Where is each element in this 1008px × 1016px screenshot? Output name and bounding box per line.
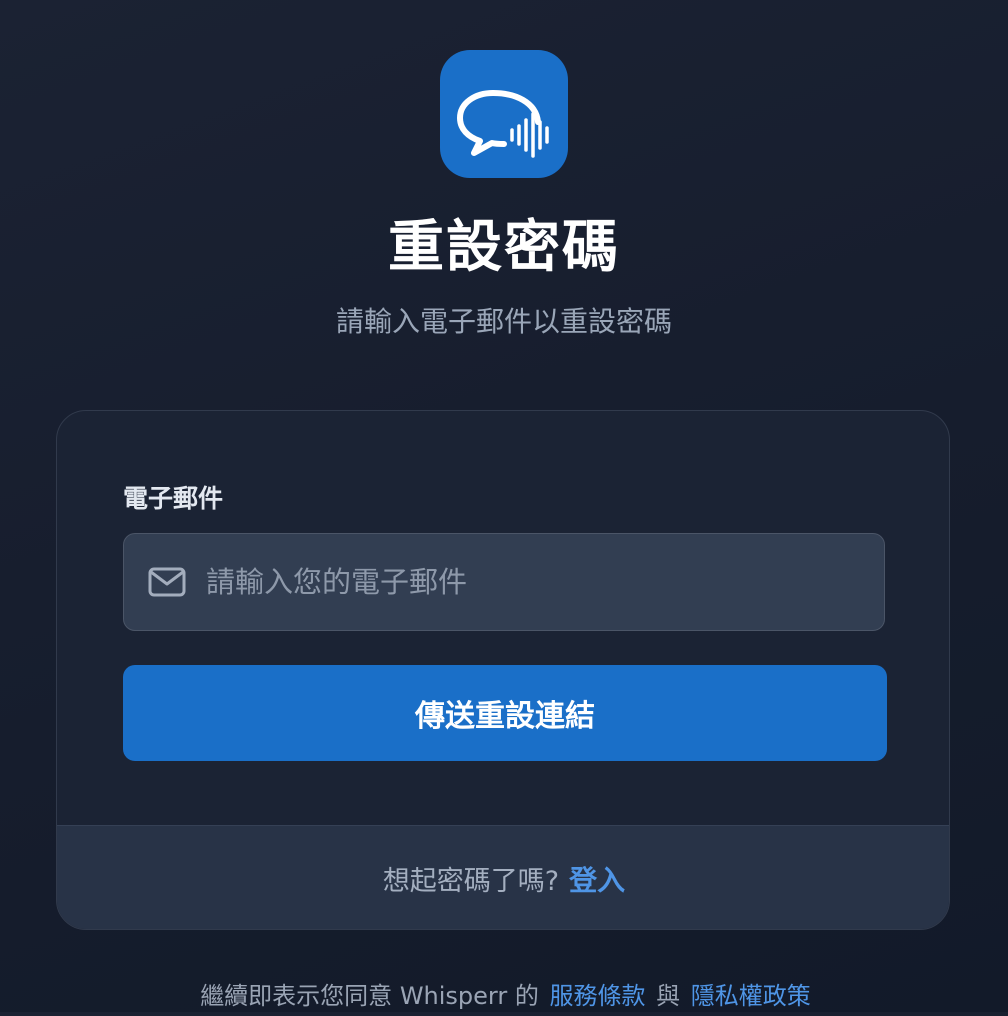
legal-notice: 繼續即表示您同意 Whisperr 的 服務條款 與 隱私權政策 [0, 976, 1008, 1016]
card-footer: 想起密碼了嗎? 登入 [57, 825, 949, 929]
remember-password-prompt: 想起密碼了嗎? [382, 866, 560, 897]
send-reset-link-button[interactable]: 傳送重設連結 [123, 665, 887, 761]
privacy-policy-link[interactable]: 隱私權政策 [691, 982, 811, 1010]
email-field[interactable] [123, 533, 885, 631]
login-link[interactable]: 登入 [569, 859, 625, 899]
page-title: 重設密碼 [388, 215, 620, 280]
mail-icon [148, 567, 186, 597]
legal-prefix: 繼續即表示您同意 Whisperr 的 [200, 982, 539, 1010]
terms-of-service-link[interactable]: 服務條款 [550, 982, 646, 1010]
app-logo [440, 50, 568, 178]
legal-conjunction: 與 [656, 982, 681, 1010]
page-subtitle: 請輸入電子郵件以重設密碼 [335, 305, 672, 338]
email-input[interactable] [206, 534, 856, 630]
email-label: 電子郵件 [123, 484, 224, 513]
chat-bubble-soundwave-icon [457, 90, 549, 158]
reset-password-card: 電子郵件 傳送重設連結 想起密碼了嗎? 登入 [56, 410, 950, 930]
